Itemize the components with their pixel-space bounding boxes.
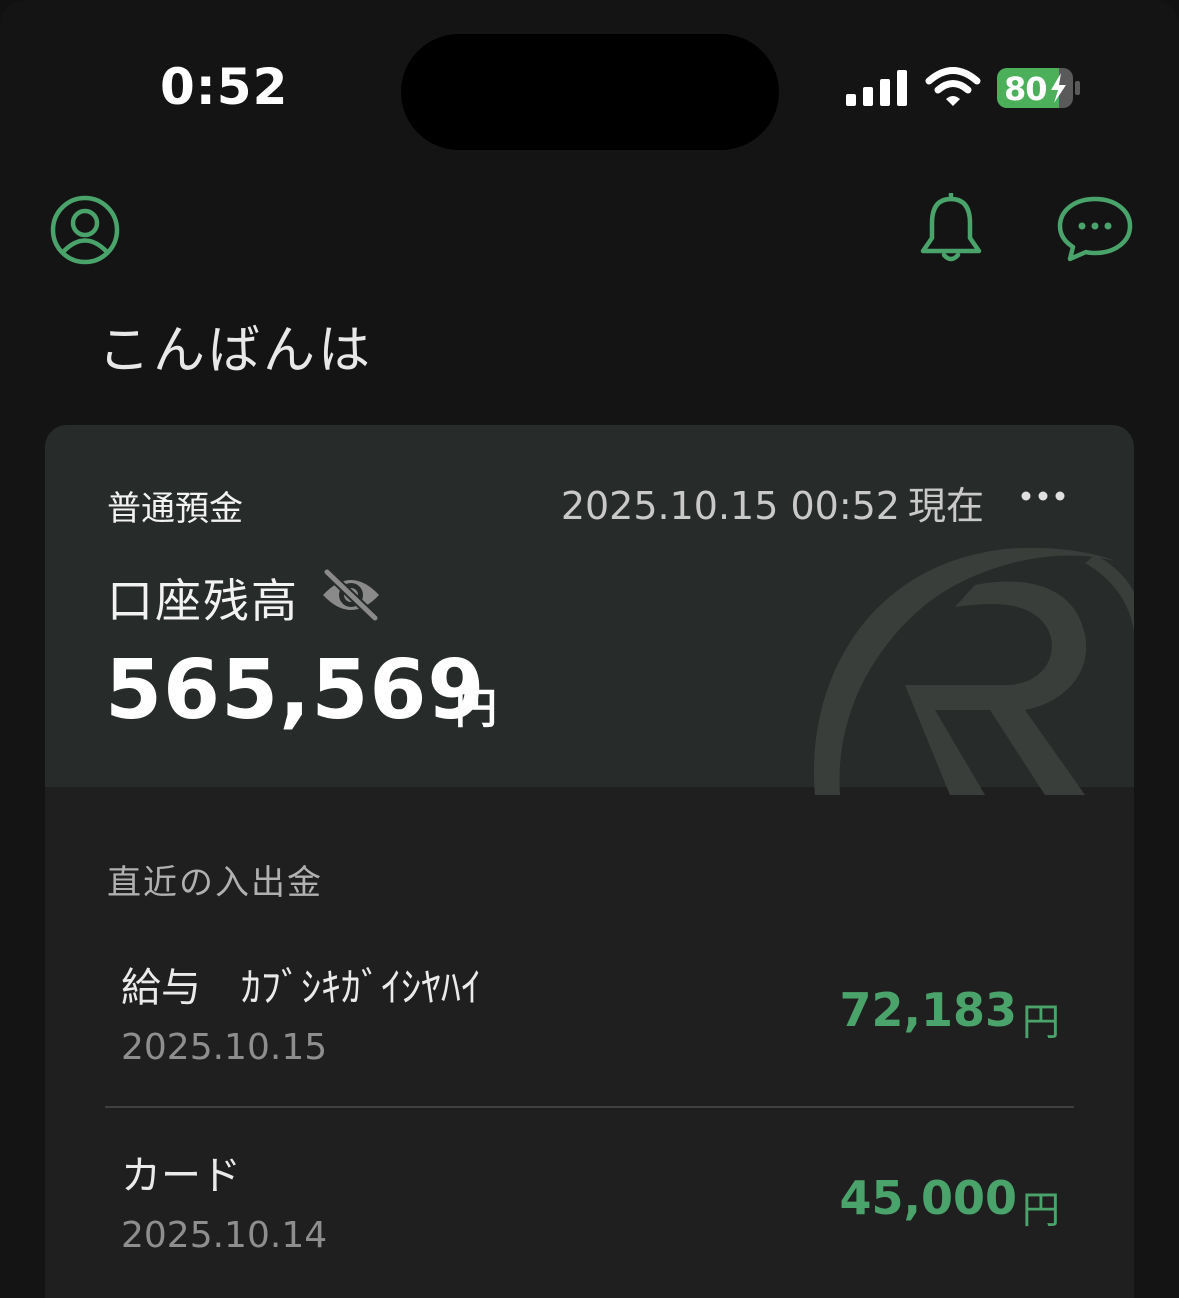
transaction-row[interactable]: 給与 ｶﾌﾞｼｷｶﾞｲｼﾔﾊｲ 2025.10.15 72,183 円 bbox=[105, 955, 1075, 1115]
transaction-row[interactable]: カード 2025.10.14 45,000 円 bbox=[105, 1143, 1075, 1298]
eye-slash-icon[interactable] bbox=[319, 568, 383, 622]
as-of-suffix: 現在 bbox=[907, 484, 984, 528]
status-time: 0:52 bbox=[160, 58, 289, 116]
transaction-name: カード bbox=[121, 1153, 241, 1199]
more-dots-icon[interactable] bbox=[1020, 482, 1066, 510]
chat-bubble-icon[interactable] bbox=[1056, 195, 1134, 263]
account-card[interactable]: 普通預金 2025.10.15 00:52 現在 口座残高 565,569 円 直… bbox=[45, 425, 1134, 1298]
account-balance-panel: 普通預金 2025.10.15 00:52 現在 口座残高 565,569 円 bbox=[45, 425, 1134, 795]
person-circle-icon[interactable] bbox=[48, 193, 122, 267]
dynamic-island bbox=[401, 34, 779, 150]
wifi-icon bbox=[925, 67, 981, 106]
transaction-divider bbox=[105, 1106, 1074, 1108]
transaction-amount: 72,183 bbox=[839, 983, 1017, 1037]
transaction-name: 給与 ｶﾌﾞｼｷｶﾞｲｼﾔﾊｲ bbox=[121, 965, 481, 1011]
transaction-currency: 円 bbox=[1021, 1000, 1060, 1044]
transaction-currency: 円 bbox=[1021, 1188, 1060, 1232]
battery-level: 80 bbox=[1004, 70, 1048, 108]
greeting-text: こんばんは bbox=[98, 321, 374, 381]
transaction-date: 2025.10.15 bbox=[121, 1027, 328, 1068]
balance-amount: 565,569 bbox=[105, 643, 486, 738]
balance-as-of: 2025.10.15 00:52 現在 bbox=[561, 475, 984, 530]
recent-transactions-title: 直近の入出金 bbox=[107, 863, 323, 903]
app-screen: 0:52 80 こんばんは 普通預金 2025.10.15 00:52 現在 口… bbox=[0, 0, 1179, 1298]
balance-label: 口座残高 bbox=[107, 574, 299, 628]
cellular-signal-icon bbox=[846, 70, 907, 106]
transaction-amount: 45,000 bbox=[839, 1171, 1017, 1225]
as-of-datetime: 2025.10.15 00:52 bbox=[560, 484, 900, 528]
bank-logo-watermark bbox=[813, 547, 1134, 795]
transaction-date: 2025.10.14 bbox=[121, 1215, 328, 1256]
account-type: 普通預金 bbox=[107, 489, 243, 529]
balance-currency: 円 bbox=[455, 684, 498, 733]
bell-icon[interactable] bbox=[918, 193, 984, 265]
